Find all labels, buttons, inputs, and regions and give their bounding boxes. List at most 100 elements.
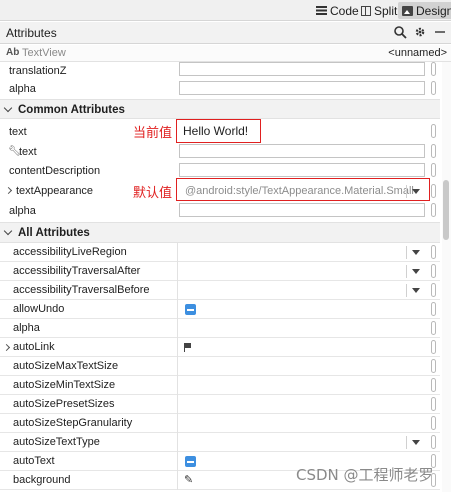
pin-toggle[interactable]	[431, 340, 436, 354]
attribute-label: alpha	[13, 322, 40, 334]
design-mode-button[interactable]: Design	[398, 2, 451, 19]
scrollbar-thumb[interactable]	[443, 180, 449, 240]
attribute-row: autoSizeMaxTextSize	[0, 357, 440, 376]
dropdown-separator	[406, 246, 407, 259]
alpha-row: alpha	[0, 80, 440, 99]
tools-text-row: 🔧︎ text	[0, 143, 440, 162]
pin-toggle[interactable]	[431, 359, 436, 373]
chevron-down-icon[interactable]	[412, 250, 420, 255]
split-icon	[361, 5, 371, 16]
pin-toggle[interactable]	[431, 163, 436, 177]
pin-toggle[interactable]	[431, 62, 436, 76]
attribute-label: autoText	[13, 455, 55, 467]
attribute-row: alpha	[0, 319, 440, 338]
all-attributes-header[interactable]: All Attributes	[0, 222, 440, 243]
attribute-label: autoSizeMaxTextSize	[13, 360, 119, 372]
chevron-down-icon[interactable]	[412, 440, 420, 445]
chevron-down-icon	[3, 226, 13, 236]
pin-toggle[interactable]	[431, 264, 436, 278]
attribute-label: autoLink	[13, 341, 55, 353]
attribute-label: textAppearance	[16, 185, 94, 197]
split-label: Split	[374, 3, 398, 18]
chevron-down-icon[interactable]	[412, 269, 420, 274]
pin-toggle[interactable]	[431, 283, 436, 297]
attributes-panel-header: Attributes	[0, 22, 451, 44]
translationz-row: translationZ	[0, 62, 440, 80]
tools-text-input[interactable]	[179, 144, 425, 158]
indeterminate-checkbox[interactable]	[185, 304, 196, 315]
attribute-label: autoSizeStepGranularity	[13, 417, 133, 429]
gear-icon[interactable]	[412, 25, 428, 41]
attribute-value-cell[interactable]	[178, 300, 428, 319]
attribute-value-cell[interactable]	[178, 243, 428, 262]
pin-toggle[interactable]	[431, 203, 436, 217]
chevron-right-icon[interactable]	[2, 343, 11, 352]
chevron-right-icon[interactable]	[4, 186, 13, 195]
eyedropper-icon[interactable]: ✎	[184, 473, 193, 486]
attribute-value-cell[interactable]	[178, 281, 428, 300]
pin-toggle[interactable]	[431, 184, 436, 198]
attribute-row: autoSizeTextType	[0, 433, 440, 452]
current-value-annotation: 当前值	[133, 126, 173, 141]
pin-toggle[interactable]	[431, 81, 436, 95]
pin-toggle[interactable]	[431, 144, 436, 158]
watermark: CSDN @工程师老罗	[296, 466, 434, 484]
chevron-down-icon[interactable]	[412, 288, 420, 293]
attribute-label: alpha	[9, 83, 36, 95]
pin-toggle[interactable]	[431, 124, 436, 138]
component-type: TextView	[22, 47, 66, 59]
attribute-row: accessibilityLiveRegion	[0, 243, 440, 262]
scrollbar-track[interactable]	[442, 62, 451, 492]
translationz-input[interactable]	[179, 62, 425, 76]
attribute-value-cell[interactable]	[178, 433, 428, 452]
attribute-value-cell[interactable]	[178, 376, 428, 395]
pin-toggle[interactable]	[431, 397, 436, 411]
attribute-row: autoLink	[0, 338, 440, 357]
dropdown-separator	[406, 284, 407, 297]
attribute-value-cell[interactable]	[178, 395, 428, 414]
attribute-value-cell[interactable]	[178, 414, 428, 433]
pin-toggle[interactable]	[431, 302, 436, 316]
attribute-row: autoSizePresetSizes	[0, 395, 440, 414]
pin-toggle[interactable]	[431, 321, 436, 335]
attribute-row: autoSizeStepGranularity	[0, 414, 440, 433]
attribute-label: autoSizePresetSizes	[13, 398, 115, 410]
component-id[interactable]: <unnamed>	[388, 47, 447, 59]
panel-title: Attributes	[6, 26, 57, 40]
attribute-value-cell[interactable]	[178, 262, 428, 281]
current-value-highlight	[176, 119, 261, 143]
common-alpha-row: alpha	[0, 201, 440, 221]
pin-toggle[interactable]	[431, 435, 436, 449]
content-description-input[interactable]	[179, 163, 425, 177]
code-icon	[316, 6, 327, 15]
search-icon[interactable]	[392, 25, 408, 41]
pin-toggle[interactable]	[431, 245, 436, 259]
pin-toggle[interactable]	[431, 378, 436, 392]
pin-toggle[interactable]	[431, 416, 436, 430]
attribute-row: autoSizeMinTextSize	[0, 376, 440, 395]
textview-icon: Ab	[6, 47, 20, 58]
flag-icon[interactable]	[184, 343, 192, 352]
alpha-input[interactable]	[179, 203, 425, 217]
dropdown-separator	[406, 265, 407, 278]
selected-component-row: Ab TextView <unnamed>	[0, 45, 451, 62]
alpha-input[interactable]	[179, 81, 425, 95]
attribute-label: accessibilityTraversalAfter	[13, 265, 141, 277]
split-mode-button[interactable]: Split	[357, 2, 401, 19]
attribute-label: allowUndo	[13, 303, 65, 315]
attribute-value-cell[interactable]	[178, 338, 428, 357]
attribute-value-cell[interactable]	[178, 319, 428, 338]
attribute-value-cell[interactable]	[178, 357, 428, 376]
indeterminate-checkbox[interactable]	[185, 456, 196, 467]
code-mode-button[interactable]: Code	[312, 2, 363, 19]
attribute-label: translationZ	[9, 65, 67, 77]
dropdown-separator	[406, 436, 407, 449]
default-value-highlight	[176, 178, 430, 201]
design-label: Design	[416, 3, 451, 18]
minimize-icon[interactable]	[432, 25, 448, 41]
attribute-label: alpha	[9, 205, 36, 217]
attribute-label: accessibilityLiveRegion	[13, 246, 127, 258]
section-title: Common Attributes	[18, 104, 125, 116]
common-attributes-header[interactable]: Common Attributes	[0, 99, 440, 119]
design-icon	[402, 5, 413, 16]
